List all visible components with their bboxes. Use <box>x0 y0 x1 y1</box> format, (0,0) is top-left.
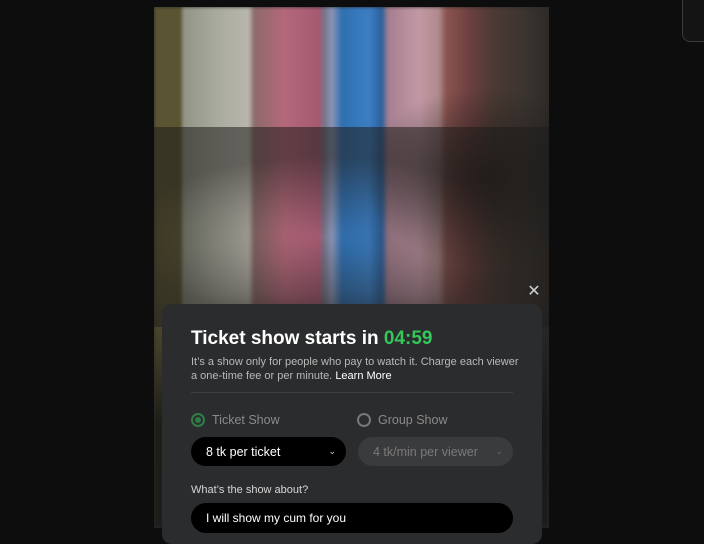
title-text: Ticket show starts in <box>191 328 379 349</box>
radio-unchecked-icon[interactable] <box>357 413 371 427</box>
ticket-show-modal: Ticket show starts in 04:59 It’s a show … <box>162 304 542 544</box>
chevron-down-icon: ⌄ <box>328 446 336 456</box>
ticket-show-option[interactable]: Ticket Show <box>191 412 280 428</box>
group-price-value: 4 tk/min per viewer <box>373 444 478 459</box>
show-about-input[interactable]: I will show my cum for you <box>191 503 513 533</box>
group-show-label: Group Show <box>378 413 448 427</box>
modal-description: It’s a show only for people who pay to w… <box>191 355 521 383</box>
divider <box>191 392 513 393</box>
show-about-value: I will show my cum for you <box>206 511 347 525</box>
group-show-option[interactable]: Group Show <box>357 412 447 428</box>
countdown-timer: 04:59 <box>383 328 433 349</box>
ticket-show-label: Ticket Show <box>212 413 280 427</box>
about-label: What’s the show about? <box>191 484 309 496</box>
chevron-down-icon: ⌄ <box>495 446 503 456</box>
corner-widget[interactable] <box>682 0 704 42</box>
radio-checked-icon[interactable] <box>191 413 205 427</box>
ticket-price-select[interactable]: 8 tk per ticket ⌄ <box>191 437 346 466</box>
ticket-price-value: 8 tk per ticket <box>206 444 281 459</box>
close-icon[interactable]: ✕ <box>526 284 542 300</box>
learn-more-link[interactable]: Learn More <box>335 370 391 382</box>
modal-title: Ticket show starts in 04:59 <box>191 328 433 350</box>
group-price-select[interactable]: 4 tk/min per viewer ⌄ <box>358 437 513 466</box>
